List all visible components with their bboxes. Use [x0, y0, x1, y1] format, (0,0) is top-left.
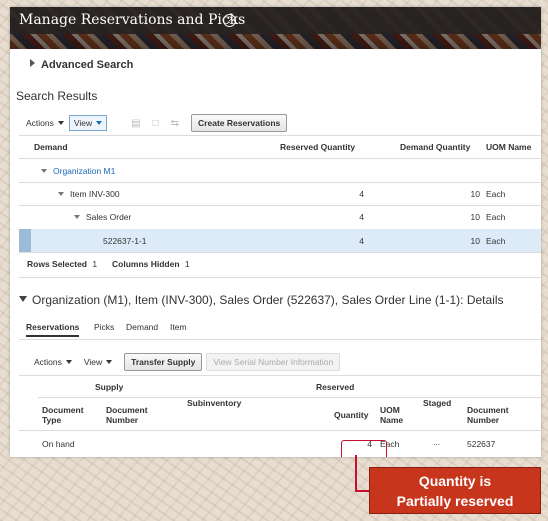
actions-label: Actions	[26, 118, 54, 128]
demand-qty-cell: 10	[470, 189, 480, 199]
tab-item[interactable]: Item	[170, 322, 187, 332]
main-panel: Manage Reservations and Picks ? Advanced…	[10, 7, 541, 457]
advanced-search-toggle[interactable]: Advanced Search	[30, 59, 133, 71]
expand-triangle-icon	[30, 59, 35, 67]
row-selection-marker	[19, 229, 31, 252]
search-results-heading: Search Results	[16, 89, 98, 103]
details-toolbar: Actions View Transfer Supply View Serial…	[34, 353, 341, 371]
table-top-border	[19, 375, 541, 376]
col-uom-name[interactable]: UOM Name	[486, 142, 531, 152]
actions-label: Actions	[34, 357, 62, 367]
row-divider	[19, 182, 541, 183]
help-icon[interactable]: ?	[223, 14, 236, 27]
row-divider	[19, 205, 541, 206]
tree-row-organization[interactable]: Organization M1	[41, 166, 115, 176]
callout-line-2: Partially reserved	[396, 493, 514, 509]
tree-row-item[interactable]: Item INV-300	[58, 189, 120, 199]
caret-down-icon	[106, 360, 113, 364]
collapse-icon	[41, 169, 47, 173]
advanced-search-label: Advanced Search	[41, 59, 134, 71]
collapse-icon	[58, 192, 64, 196]
page-title: Manage Reservations and Picks	[19, 12, 246, 28]
transfer-supply-button[interactable]: Transfer Supply	[124, 353, 203, 371]
col-document-number[interactable]: Document Number	[106, 405, 166, 425]
tab-reservations[interactable]: Reservations	[26, 322, 80, 337]
header-divider	[19, 430, 541, 431]
reserved-qty-cell: 4	[359, 212, 364, 222]
details-actions-menu[interactable]: Actions	[34, 357, 72, 367]
header-divider	[19, 158, 541, 159]
demand-qty-cell: 10	[470, 212, 480, 222]
caret-down-icon	[96, 121, 103, 125]
col-document-type[interactable]: Document Type	[42, 405, 102, 425]
col-uom-name[interactable]: UOM Name	[380, 405, 414, 425]
col-demand-quantity[interactable]: Demand Quantity	[400, 142, 470, 152]
table-top-border	[19, 135, 541, 136]
view-label: View	[83, 357, 103, 367]
view-label: View	[73, 118, 93, 128]
details-heading[interactable]: Organization (M1), Item (INV-300), Sales…	[19, 293, 504, 307]
rows-selected: Rows Selected 1	[27, 259, 97, 269]
col-staged[interactable]: Staged	[423, 398, 451, 408]
demand-qty-cell: 10	[470, 236, 480, 246]
col-demand[interactable]: Demand	[34, 142, 68, 152]
col-reserved-quantity[interactable]: Reserved Quantity	[280, 142, 355, 152]
tree-row-sales-order[interactable]: Sales Order	[74, 212, 131, 222]
group-reserved: Reserved	[316, 382, 355, 392]
reserved-qty-cell: 4	[359, 236, 364, 246]
caret-down-icon	[57, 121, 64, 125]
col-reserved-document-number[interactable]: Document Number	[467, 405, 527, 425]
group-divider	[38, 397, 541, 398]
search-results-toolbar: Actions View ▤ □ ⇆ Create Reservations	[26, 114, 288, 132]
col-quantity[interactable]: Quantity	[334, 410, 368, 420]
order-line-label[interactable]: 522637-1-1	[103, 236, 146, 246]
document-number-cell: 522637	[467, 439, 496, 449]
quantity-highlight-box	[341, 440, 387, 457]
actions-menu[interactable]: Actions	[26, 118, 64, 128]
page-header: Manage Reservations and Picks ?	[10, 7, 541, 49]
uom-cell: Each	[486, 212, 506, 222]
columns-hidden-label: Columns Hidden	[112, 259, 180, 269]
wrap-icon[interactable]: ⇆	[171, 118, 179, 129]
rows-selected-value: 1	[92, 259, 98, 269]
collapse-icon	[19, 296, 27, 302]
document-type-cell: On hand	[42, 439, 75, 449]
item-label: Item INV-300	[70, 189, 120, 199]
callout-box: Quantity is Partially reserved	[369, 467, 541, 514]
group-supply: Supply	[95, 382, 124, 392]
create-reservations-button[interactable]: Create Reservations	[191, 114, 288, 132]
rows-selected-label: Rows Selected	[27, 259, 87, 269]
col-subinventory[interactable]: Subinventory	[187, 398, 241, 408]
uom-cell: Each	[486, 236, 506, 246]
freeze-icon[interactable]: ▤	[131, 118, 140, 129]
callout-leader-horizontal	[355, 490, 370, 492]
view-menu[interactable]: View	[68, 115, 108, 131]
organization-link[interactable]: Organization M1	[53, 166, 115, 176]
section-divider	[19, 277, 541, 278]
reserved-qty-cell: 4	[359, 189, 364, 199]
details-view-menu[interactable]: View	[83, 357, 113, 367]
columns-hidden-value: 1	[184, 259, 190, 269]
tab-demand[interactable]: Demand	[126, 322, 158, 332]
tab-picks[interactable]: Picks	[94, 322, 114, 332]
columns-hidden: Columns Hidden 1	[112, 259, 190, 269]
sales-order-label: Sales Order	[86, 212, 132, 222]
uom-cell: Each	[486, 189, 506, 199]
tabs-underline	[19, 339, 541, 340]
view-serial-number-button[interactable]: View Serial Number Information	[206, 353, 341, 371]
callout-line-1: Quantity is	[418, 473, 492, 489]
collapse-icon	[74, 215, 80, 219]
staged-cell[interactable]: ...	[433, 437, 440, 447]
callout-leader-vertical	[355, 455, 357, 491]
row-divider	[19, 252, 541, 253]
details-title: Organization (M1), Item (INV-300), Sales…	[32, 293, 504, 307]
caret-down-icon	[65, 360, 72, 364]
detach-icon[interactable]: □	[153, 118, 159, 129]
